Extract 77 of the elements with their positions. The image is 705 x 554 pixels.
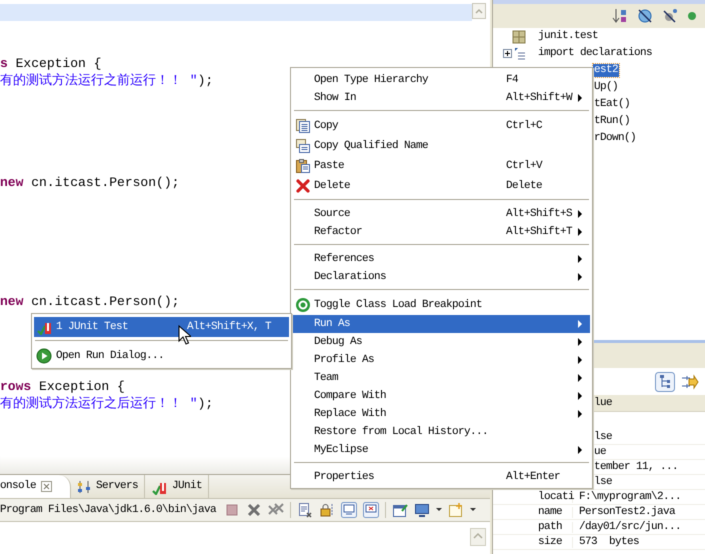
menu-item[interactable]: Copy Qualified Name [293, 136, 590, 156]
menu-item[interactable]: Copy Ctrl+C [293, 116, 590, 136]
document-icon [295, 118, 311, 134]
column-header: lue [593, 398, 614, 408]
tree-item[interactable]: junit.test [537, 30, 600, 43]
arrow-icon[interactable] [681, 372, 699, 390]
slashed-circle-icon[interactable] [637, 8, 653, 24]
menu-item[interactable]: Refactor Alt+Shift+T [293, 223, 590, 241]
menu-item[interactable]: MyEclipse [293, 441, 590, 459]
menu-item[interactable]: Debug As [293, 333, 590, 351]
document-icon [295, 138, 311, 154]
window-icon[interactable] [392, 502, 408, 518]
slashed-dot-icon[interactable] [662, 8, 678, 24]
tree-item[interactable]: est2 [593, 64, 620, 77]
sort-icon[interactable] [612, 8, 628, 24]
menu-item[interactable]: Source Alt+Shift+S [293, 205, 590, 223]
list-icon [512, 46, 526, 60]
expand-icon[interactable] [503, 49, 512, 58]
menu-item[interactable]: Run As [293, 315, 590, 333]
grid-icon [512, 30, 526, 44]
code-line: new cn.itcast.Person(); [0, 293, 180, 310]
menu-item[interactable]: Open Run Dialog... [34, 346, 289, 366]
property-value: lse [593, 476, 614, 488]
property-value: ue [593, 446, 608, 458]
property-name: path [493, 522, 573, 532]
code-line: new cn.itcast.Person(); [0, 174, 180, 191]
menu-item[interactable]: Compare With [293, 387, 590, 405]
process-label: Program Files\Java\jdk1.6.0\bin\java [0, 504, 216, 516]
menu-item[interactable]: Profile As [293, 351, 590, 369]
property-name: locati [493, 492, 573, 502]
tree-icon[interactable] [655, 372, 675, 392]
menu-item[interactable]: Properties Alt+Enter [293, 468, 590, 486]
menu-item[interactable]: Paste Ctrl+V [293, 156, 590, 176]
menu-item[interactable]: Replace With [293, 405, 590, 423]
cross-icon[interactable] [246, 502, 262, 518]
close-icon[interactable] [41, 481, 52, 492]
cross-icon [295, 178, 311, 194]
clipboard-icon [295, 158, 311, 174]
tree-item[interactable]: import declarations [537, 47, 654, 60]
lock-icon[interactable] [319, 502, 336, 518]
play-icon [36, 348, 52, 364]
menu-item[interactable]: Team [293, 369, 590, 387]
code-line: s Exception { [0, 55, 102, 72]
property-value: PersonTest2.java [578, 506, 676, 518]
monitor-icon[interactable] [414, 502, 430, 518]
dot-icon[interactable] [687, 11, 697, 21]
menu-item[interactable]: Restore from Local History... [293, 423, 590, 441]
property-value: /day01/src/jun... [578, 522, 682, 532]
square-icon[interactable] [224, 502, 240, 518]
menu-item[interactable]: 1 JUnit Test Alt+Shift+X, T [34, 317, 289, 337]
tree-item[interactable]: tRun() [593, 115, 632, 128]
menu-item[interactable]: Show In Alt+Shift+W [293, 89, 590, 107]
property-value: lse [593, 432, 614, 442]
view-tab[interactable]: onsole [0, 475, 72, 498]
code-line: 有的测试方法运行之前运行！！ "); [0, 72, 214, 89]
code-line: 有的测试方法运行之后运行！！ "); [0, 395, 214, 412]
tree-item[interactable]: Up() [593, 81, 620, 94]
code-line: rows Exception { [0, 378, 125, 395]
menu-item[interactable]: Open Type Hierarchy F4 [293, 71, 590, 89]
tree-item[interactable]: rDown() [593, 132, 638, 145]
property-value: tember 11, ... [593, 462, 680, 472]
document-icon[interactable] [297, 502, 314, 518]
view-tab[interactable]: JUnit [145, 475, 210, 498]
menu-item[interactable]: Delete Delete [293, 176, 590, 196]
monitor-icon[interactable] [341, 502, 358, 518]
property-value: F:\myprogram\2... [578, 492, 682, 502]
property-name: name [493, 506, 573, 518]
menu-item[interactable]: Toggle Class Load Breakpoint [293, 295, 590, 315]
tree-item[interactable]: tEat() [593, 98, 632, 111]
server-icon [77, 480, 92, 494]
circle-icon [295, 297, 311, 313]
menu-item[interactable]: Declarations [293, 268, 590, 286]
menu-item[interactable]: References [293, 250, 590, 268]
monitor-icon[interactable] [363, 502, 380, 518]
property-name: size [493, 536, 573, 548]
view-tab[interactable]: Servers [71, 475, 146, 498]
property-value: 573 bytes [578, 536, 640, 548]
